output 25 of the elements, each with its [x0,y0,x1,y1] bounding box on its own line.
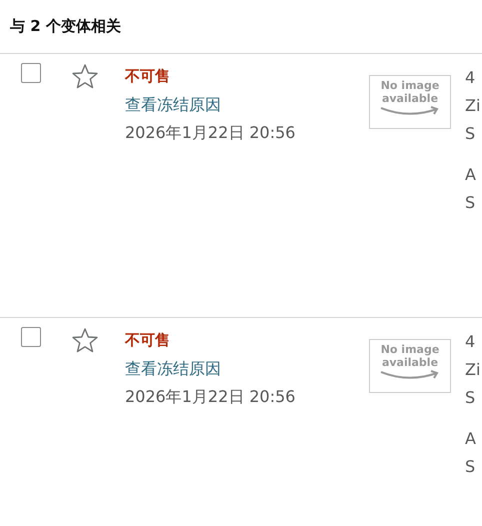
product-detail-text: S [465,123,476,145]
placeholder-text: No image [380,79,440,92]
product-detail-text: 4 [465,67,476,89]
status-label: 不可售 [125,66,171,87]
date-text: 2026年1月22日 20:56 [125,386,296,408]
product-id-text: A [465,164,477,186]
placeholder-text: available [382,92,438,105]
product-id-text: S [465,192,476,214]
checkbox[interactable] [21,327,41,347]
freeze-reason-link[interactable]: 查看冻结原因 [125,92,365,117]
product-detail-text: Zi [465,359,482,381]
placeholder-text: available [382,356,438,369]
star-icon[interactable] [71,63,99,89]
product-detail-text: Zi [465,95,482,117]
freeze-reason-link[interactable]: 查看冻结原因 [125,356,365,381]
product-detail-text: 4 [465,331,476,353]
product-id-text: A [465,428,477,450]
star-icon[interactable] [71,327,99,353]
status-label: 不可售 [125,330,171,351]
product-id-text: S [465,456,476,478]
date-text: 2026年1月22日 20:56 [125,122,296,144]
placeholder-text: No image [380,343,440,356]
checkbox[interactable] [21,63,41,83]
section-title: 与 2 个变体相关 [10,17,121,36]
product-detail-text: S [465,387,476,409]
